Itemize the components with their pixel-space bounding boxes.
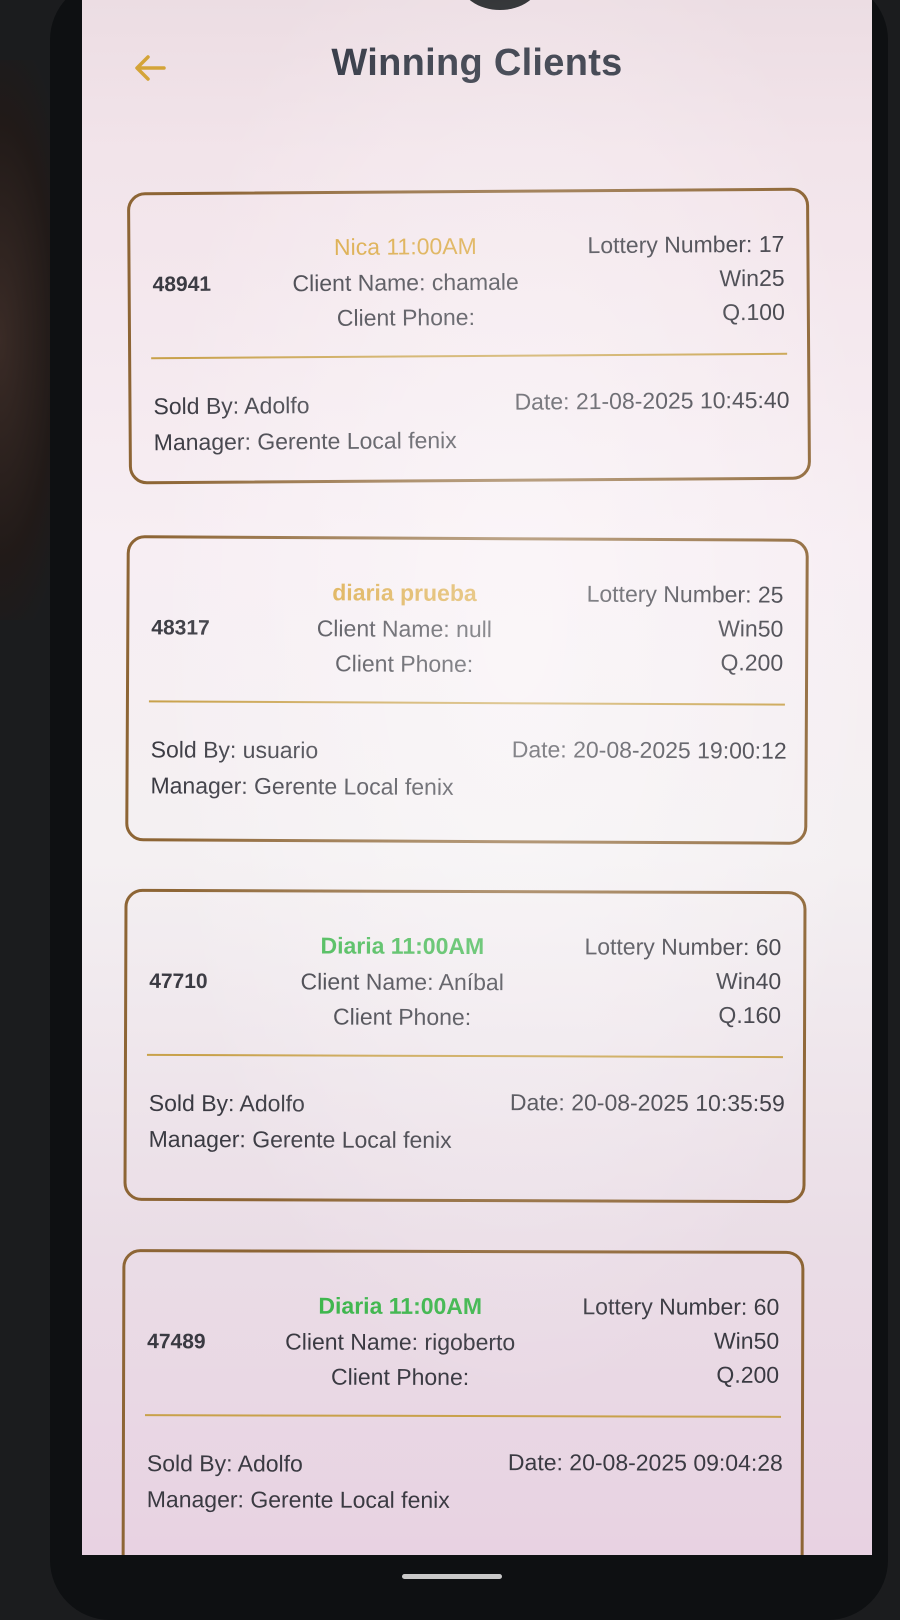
lottery-number: Lottery Number: 17 — [587, 230, 785, 259]
manager: Manager: Gerente Local fenix — [146, 1486, 450, 1513]
lottery-name: Diaria 11:00AM — [320, 932, 485, 960]
camera-notch — [460, 0, 540, 10]
ticket-id: 47489 — [147, 1330, 206, 1354]
lottery-name: Diaria 11:00AM — [318, 1292, 483, 1320]
card-divider — [148, 700, 785, 706]
lottery-number: Lottery Number: 25 — [586, 580, 784, 608]
lottery-name: diaria prueba — [332, 579, 477, 607]
win-multiplier: Win50 — [718, 615, 784, 642]
client-phone: Client Phone: — [335, 650, 474, 678]
page-title: Winning Clients — [331, 42, 623, 84]
win-multiplier: Win40 — [715, 967, 782, 995]
sold-by: Sold By: usuario — [150, 736, 319, 764]
manager: Manager: Gerente Local fenix — [148, 1125, 452, 1153]
card-divider — [146, 1053, 783, 1059]
client-name: Client Name: rigoberto — [285, 1328, 516, 1356]
sold-by: Sold By: Adolfo — [146, 1450, 303, 1477]
win-multiplier: Win50 — [713, 1327, 780, 1354]
card-divider — [151, 352, 788, 360]
client-name: Client Name: Aníbal — [300, 968, 504, 996]
prize-amount: Q.100 — [722, 298, 785, 326]
prize-amount: Q.160 — [718, 1001, 782, 1029]
sale-date: Date: 21-08-2025 10:45:40 — [514, 386, 790, 415]
lottery-number: Lottery Number: 60 — [582, 1293, 780, 1320]
ticket-id: 47710 — [149, 969, 208, 994]
lottery-name: Nica 11:00AM — [333, 232, 477, 260]
manager: Manager: Gerente Local fenix — [150, 772, 454, 800]
winning-client-card[interactable]: 47710 Diaria 11:00AM Client Name: Aníbal… — [123, 888, 807, 1204]
client-name: Client Name: null — [316, 615, 492, 643]
sale-date: Date: 20-08-2025 10:35:59 — [509, 1089, 785, 1117]
sale-date: Date: 20-08-2025 19:00:12 — [511, 736, 787, 764]
home-indicator[interactable] — [402, 1574, 502, 1579]
sale-date: Date: 20-08-2025 09:04:28 — [507, 1449, 783, 1476]
ticket-id: 48941 — [152, 272, 212, 297]
win-multiplier: Win25 — [719, 264, 785, 292]
sold-by: Sold By: Adolfo — [148, 1089, 305, 1117]
client-phone: Client Phone: — [331, 1363, 470, 1391]
card-divider — [144, 1414, 781, 1418]
ticket-id: 48317 — [151, 616, 210, 640]
winning-client-card[interactable]: 48317 diaria prueba Client Name: null Cl… — [125, 535, 809, 845]
prize-amount: Q.200 — [720, 649, 784, 676]
manager: Manager: Gerente Local fenix — [153, 427, 457, 456]
client-name: Client Name: chamale — [292, 268, 519, 297]
sold-by: Sold By: Adolfo — [153, 392, 310, 420]
app-screen: Winning Clients 48941 Nica 11:00AM Clien… — [82, 0, 872, 1555]
client-phone: Client Phone: — [336, 303, 476, 331]
prize-amount: Q.200 — [716, 1361, 780, 1388]
winning-client-card[interactable]: 47489 Diaria 11:00AM Client Name: rigobe… — [121, 1249, 805, 1555]
lottery-number: Lottery Number: 60 — [584, 933, 782, 961]
client-phone: Client Phone: — [333, 1003, 472, 1031]
winning-client-card[interactable]: 48941 Nica 11:00AM Client Name: chamale … — [126, 187, 812, 485]
